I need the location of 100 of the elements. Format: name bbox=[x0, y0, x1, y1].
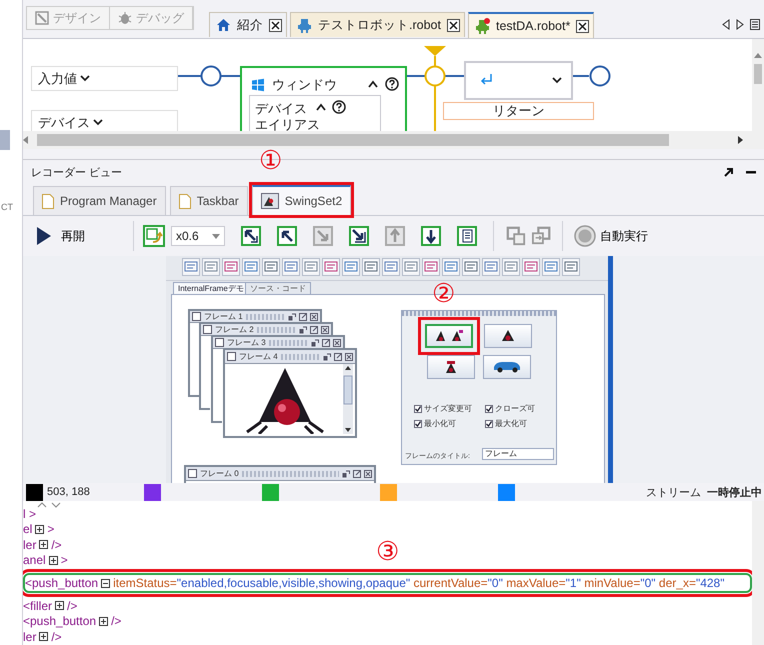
window-step-card[interactable]: ウィンドウ デバイス エイリアス bbox=[240, 66, 407, 131]
checkbox[interactable] bbox=[485, 420, 493, 428]
help-icon[interactable] bbox=[332, 100, 346, 114]
toolbar-icon[interactable] bbox=[182, 258, 200, 276]
input-dropdown[interactable]: 入力値 bbox=[31, 66, 178, 91]
color-swatch[interactable] bbox=[262, 484, 279, 500]
panel-title: レコーダー ビュー bbox=[31, 166, 122, 180]
toolbar-icon[interactable] bbox=[522, 258, 540, 276]
image-button[interactable] bbox=[425, 324, 473, 348]
scroll-right-icon[interactable] bbox=[738, 136, 744, 144]
toolbar-icon[interactable] bbox=[482, 258, 500, 276]
scrollbar-thumb[interactable] bbox=[37, 134, 669, 146]
toolbar-icon[interactable] bbox=[462, 258, 480, 276]
close-icon[interactable] bbox=[269, 18, 282, 32]
checkbox[interactable] bbox=[414, 404, 422, 412]
expand-toggle[interactable] bbox=[48, 556, 58, 565]
toolbar-icon[interactable] bbox=[442, 258, 460, 276]
maximize-icon[interactable] bbox=[334, 352, 342, 360]
toolbar-icon[interactable] bbox=[382, 258, 400, 276]
tree-node-text[interactable]: l > bbox=[23, 506, 36, 521]
help-icon[interactable] bbox=[385, 77, 399, 91]
recorder-tab[interactable]: Program Manager bbox=[33, 186, 166, 215]
arrow-down-icon[interactable] bbox=[421, 226, 441, 246]
menu-icon[interactable] bbox=[750, 19, 760, 30]
close-icon[interactable] bbox=[576, 20, 590, 32]
collapse-icon[interactable] bbox=[316, 103, 326, 111]
toolbar-icon[interactable] bbox=[502, 258, 520, 276]
toolbar-icon[interactable] bbox=[262, 258, 280, 276]
tag-name[interactable]: ler bbox=[23, 630, 36, 644]
zoom-dropdown[interactable]: x0.6 bbox=[171, 226, 225, 246]
internal-frame-window[interactable]: フレーム 0 bbox=[184, 465, 376, 483]
recorder-tab[interactable]: SwingSet2 bbox=[252, 185, 352, 215]
scrollbar-thumb[interactable] bbox=[754, 64, 762, 84]
color-swatch[interactable] bbox=[498, 484, 515, 500]
expand-toggle[interactable] bbox=[39, 540, 48, 550]
checkbox[interactable] bbox=[414, 420, 422, 428]
maximize-icon[interactable] bbox=[322, 338, 330, 346]
next-icon[interactable] bbox=[736, 19, 744, 30]
dropdown-arrow-icon bbox=[212, 234, 220, 238]
toolbar-icon[interactable] bbox=[362, 258, 380, 276]
window-title-bar[interactable]: フレーム 3 bbox=[211, 335, 345, 349]
color-swatch[interactable] bbox=[144, 484, 161, 500]
tag-name[interactable]: <filler bbox=[23, 598, 52, 613]
close-icon[interactable] bbox=[446, 18, 460, 32]
collapse-icon[interactable] bbox=[368, 80, 378, 88]
collapse-toggle[interactable] bbox=[101, 578, 110, 588]
pop-out-icon[interactable] bbox=[724, 167, 734, 177]
toolbar-icon[interactable] bbox=[222, 258, 240, 276]
expand-toggle[interactable] bbox=[39, 632, 48, 642]
home-icon bbox=[216, 18, 231, 32]
toolbar-icon[interactable] bbox=[422, 258, 440, 276]
toolbar-icon[interactable] bbox=[302, 258, 320, 276]
frame-title: フレーム 4 bbox=[239, 351, 278, 362]
expand-toggle[interactable] bbox=[99, 616, 108, 626]
frame-title: フレーム 2 bbox=[215, 324, 254, 335]
image-button[interactable] bbox=[483, 355, 531, 379]
color-swatch[interactable] bbox=[26, 484, 43, 500]
previous-icon[interactable] bbox=[722, 19, 730, 30]
editor-tab[interactable]: testDA.robot* bbox=[468, 12, 594, 38]
maximize-icon[interactable] bbox=[299, 312, 307, 320]
expand-toggle[interactable] bbox=[35, 524, 44, 534]
document-icon[interactable] bbox=[457, 226, 477, 246]
window-title-bar[interactable]: フレーム 1 bbox=[188, 309, 322, 323]
expand-toggle[interactable] bbox=[55, 601, 64, 610]
scroll-up-icon[interactable] bbox=[754, 53, 762, 58]
internal-frame-window[interactable]: フレーム 4 bbox=[223, 348, 357, 438]
chevron-down-icon[interactable] bbox=[552, 77, 562, 84]
stream-label: ストリーム bbox=[646, 486, 701, 500]
image-button[interactable] bbox=[427, 355, 475, 379]
image-button[interactable] bbox=[484, 324, 532, 348]
tag-name[interactable]: <push_button bbox=[23, 614, 96, 628]
toolbar-icon[interactable] bbox=[202, 258, 220, 276]
editor-tab[interactable]: テストロボット.robot bbox=[290, 12, 465, 37]
tag-name[interactable]: el bbox=[23, 522, 32, 536]
tag-name[interactable]: ler bbox=[23, 538, 36, 552]
toolbar-icon[interactable] bbox=[242, 258, 260, 276]
tag-name[interactable]: anel bbox=[23, 553, 46, 568]
toolbar-icon[interactable] bbox=[402, 258, 420, 276]
input-dropdown[interactable]: デバイス bbox=[31, 110, 178, 131]
resume-button[interactable]: 再開 bbox=[37, 227, 133, 245]
capture-icon[interactable] bbox=[143, 225, 165, 247]
window-title-bar[interactable]: フレーム 2 bbox=[199, 322, 333, 336]
toolbar-icon[interactable] bbox=[322, 258, 340, 276]
minimize-icon[interactable] bbox=[746, 170, 756, 174]
auto-run-toggle[interactable]: 自動実行 bbox=[574, 225, 648, 247]
checkbox[interactable] bbox=[485, 404, 493, 412]
tag-name[interactable]: <push_button bbox=[25, 576, 98, 590]
toolbar-icon[interactable] bbox=[282, 258, 300, 276]
maximize-icon[interactable] bbox=[353, 470, 361, 478]
maximize-icon[interactable] bbox=[310, 326, 318, 334]
toolbar-icon[interactable] bbox=[542, 258, 560, 276]
recorder-tab[interactable]: Taskbar bbox=[170, 186, 248, 215]
scrollbar[interactable] bbox=[343, 364, 353, 434]
title-field[interactable]: フレーム bbox=[482, 448, 554, 460]
toolbar-icon[interactable] bbox=[562, 258, 580, 276]
radio-icon bbox=[574, 225, 596, 247]
editor-tab[interactable]: 紹介 bbox=[209, 12, 287, 37]
color-swatch[interactable] bbox=[380, 484, 397, 500]
scrollbar[interactable] bbox=[752, 501, 764, 645]
toolbar-icon[interactable] bbox=[342, 258, 360, 276]
